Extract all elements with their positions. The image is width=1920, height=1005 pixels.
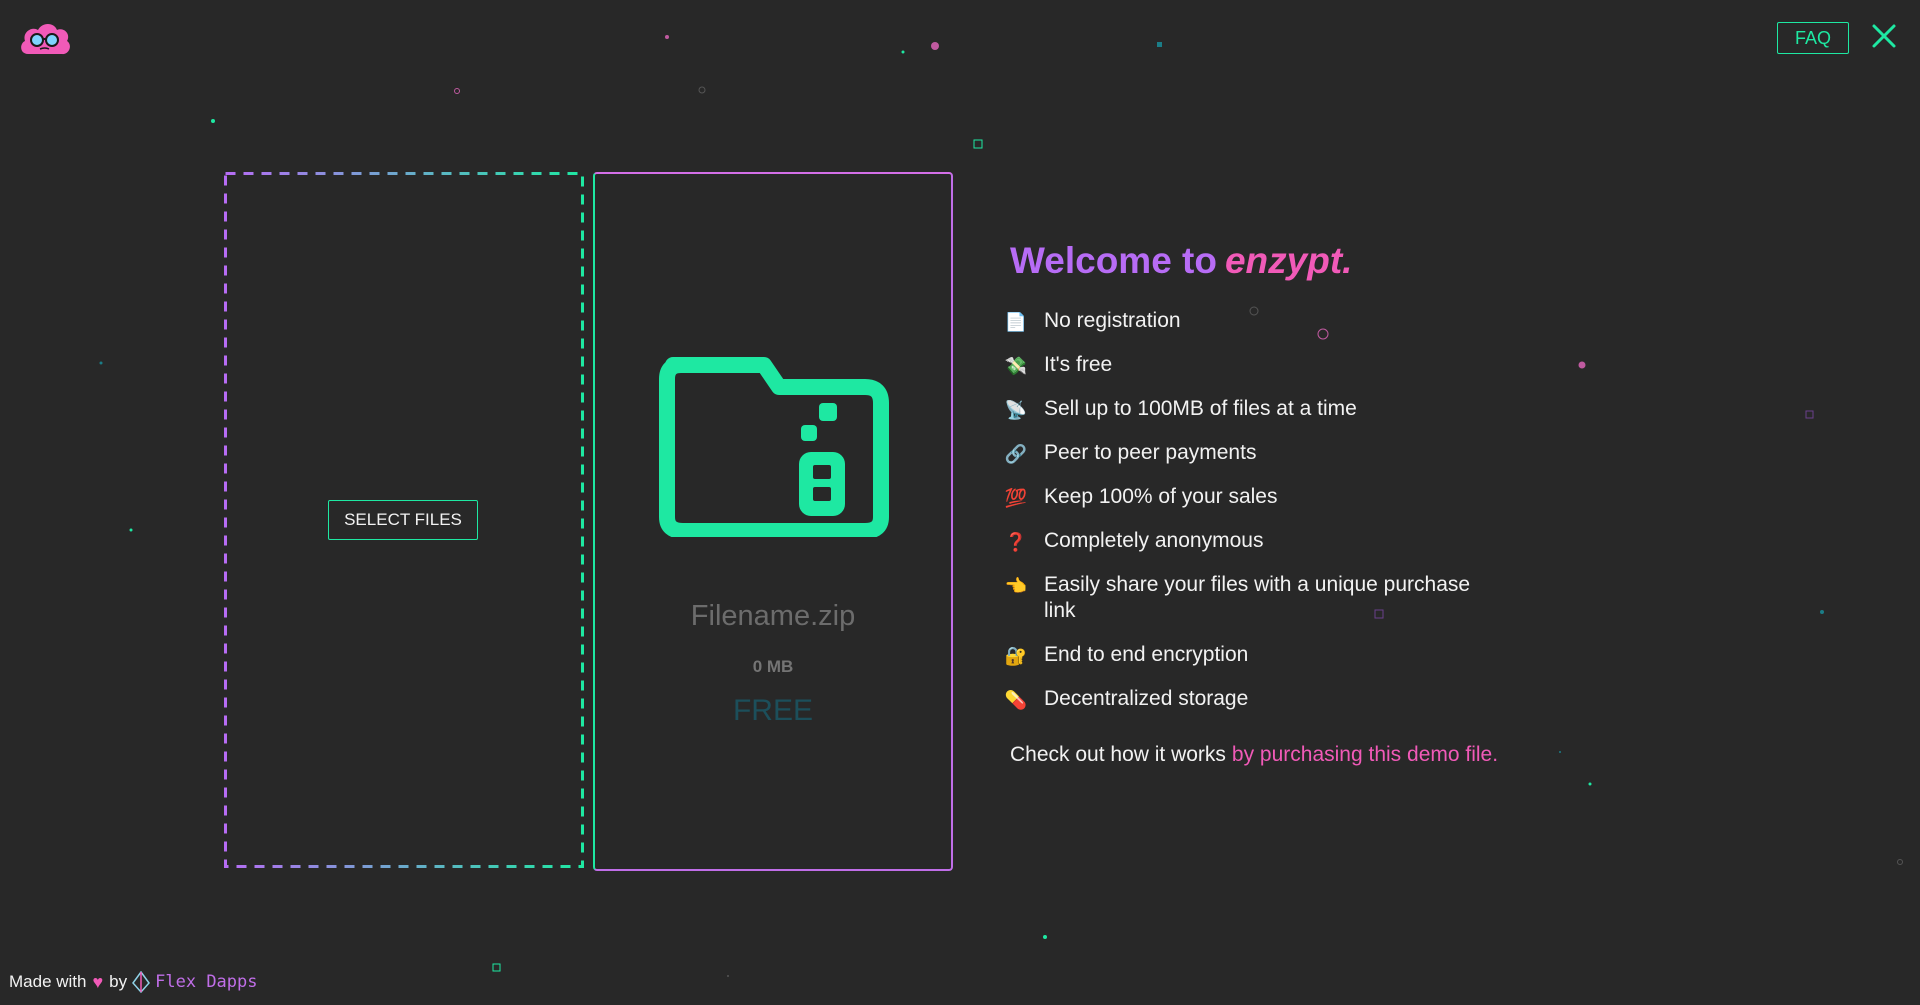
background-particles (99, 35, 1903, 977)
